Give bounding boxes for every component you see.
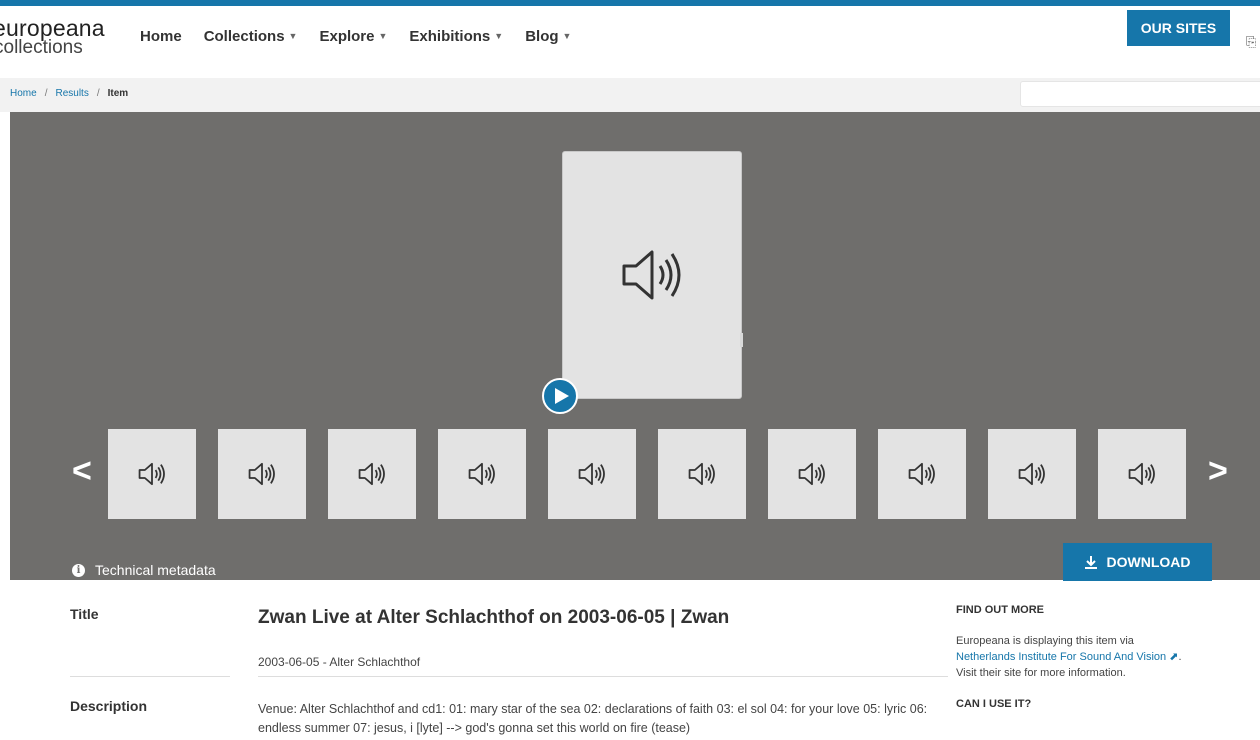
caret-down-icon: ▼ xyxy=(288,31,298,41)
thumbnail-item[interactable] xyxy=(1098,429,1186,519)
thumbnail-item[interactable] xyxy=(768,429,856,519)
find-out-more-heading: FIND OUT MORE xyxy=(956,604,1044,616)
speaker-icon xyxy=(248,462,275,486)
breadcrumb-separator: / xyxy=(44,88,48,99)
thumbnail-item[interactable] xyxy=(438,429,526,519)
nav-blog-label: Blog xyxy=(525,28,559,45)
thumbnail-item[interactable] xyxy=(218,429,306,519)
thumbnail-item[interactable] xyxy=(878,429,966,519)
divider xyxy=(70,676,230,677)
main-nav: Home Collections ▼ Explore ▼ Exhibitions ▼ … xyxy=(140,28,571,45)
play-icon xyxy=(554,388,569,404)
nav-collections-label: Collections xyxy=(203,28,285,45)
item-description: Venue: Alter Schlachthof and cd1: 01: ma… xyxy=(258,702,928,735)
technical-metadata-toggle[interactable]: i Technical metadata xyxy=(72,562,216,578)
download-button[interactable]: DOWNLOAD xyxy=(1063,543,1212,581)
speaker-icon xyxy=(908,462,935,486)
prev-arrow[interactable]: < xyxy=(72,452,92,491)
thumbnail-item[interactable] xyxy=(108,429,196,519)
caret-down-icon: ▼ xyxy=(494,31,504,41)
breadcrumb-home[interactable]: Home xyxy=(10,88,37,99)
nav-explore[interactable]: Explore ▼ xyxy=(319,28,387,45)
provider-text-after: Visit their site for more information. xyxy=(956,667,1126,679)
caret-down-icon: ▼ xyxy=(378,31,388,41)
search-input[interactable] xyxy=(1020,81,1260,107)
site-header: europeana collections Home Collections ▼ … xyxy=(0,6,1260,78)
thumbnail-item[interactable] xyxy=(988,429,1076,519)
language-icon[interactable]: ⎘ xyxy=(1246,34,1256,50)
speaker-icon xyxy=(798,462,825,486)
nav-home[interactable]: Home xyxy=(140,28,182,45)
info-icon: i xyxy=(72,563,85,577)
thumbnail-item[interactable] xyxy=(658,429,746,519)
item-subtitle: 2003-06-05 - Alter Schlachthof xyxy=(258,655,421,669)
our-sites-button[interactable]: OUR SITES xyxy=(1127,10,1230,46)
speaker-icon xyxy=(468,462,495,486)
divider xyxy=(258,676,948,677)
breadcrumb-current: Item xyxy=(107,88,129,99)
download-icon xyxy=(1084,555,1097,569)
next-arrow[interactable]: > xyxy=(1208,452,1228,491)
thumbnail-item[interactable] xyxy=(548,429,636,519)
caret-down-icon: ▼ xyxy=(562,31,572,41)
breadcrumb-separator: / xyxy=(96,88,100,99)
play-button[interactable] xyxy=(542,378,578,414)
main-media-preview[interactable] xyxy=(562,151,742,399)
item-title: Zwan Live at Alter Schlachthof on 2003-0… xyxy=(258,607,730,628)
provider-info: Europeana is displaying this item via Ne… xyxy=(956,635,1182,679)
provider-link[interactable]: Netherlands Institute For Sound And Visi… xyxy=(956,651,1166,663)
nav-exhibitions-label: Exhibitions xyxy=(409,28,491,45)
speaker-icon xyxy=(138,462,165,486)
nav-collections[interactable]: Collections ▼ xyxy=(204,28,298,45)
europeana-logo[interactable]: europeana collections xyxy=(0,15,105,58)
thumbnail-item[interactable] xyxy=(328,429,416,519)
download-label: DOWNLOAD xyxy=(1106,554,1191,570)
nav-blog[interactable]: Blog ▼ xyxy=(525,28,571,45)
breadcrumb-results[interactable]: Results xyxy=(55,88,88,99)
speaker-icon xyxy=(1128,462,1155,486)
logo-line2: collections xyxy=(0,37,83,58)
speaker-icon xyxy=(622,250,681,300)
title-label: Title xyxy=(70,606,99,622)
nav-exhibitions[interactable]: Exhibitions ▼ xyxy=(409,28,503,45)
speaker-icon xyxy=(1018,462,1045,486)
nav-home-label: Home xyxy=(140,28,182,45)
speaker-icon xyxy=(688,462,715,486)
logo-line1: europeana xyxy=(0,15,105,41)
speaker-icon xyxy=(358,462,385,486)
nav-explore-label: Explore xyxy=(319,28,375,45)
preview-edge xyxy=(740,333,743,347)
description-label: Description xyxy=(70,698,148,714)
provider-text-before: Europeana is displaying this item via xyxy=(956,635,1134,647)
can-i-use-it-heading: CAN I USE IT? xyxy=(956,698,1032,710)
speaker-icon xyxy=(578,462,605,486)
breadcrumb: Home / Results / Item xyxy=(10,88,128,99)
external-link-icon: ⬈ xyxy=(1169,651,1179,663)
technical-metadata-label: Technical metadata xyxy=(95,562,216,578)
